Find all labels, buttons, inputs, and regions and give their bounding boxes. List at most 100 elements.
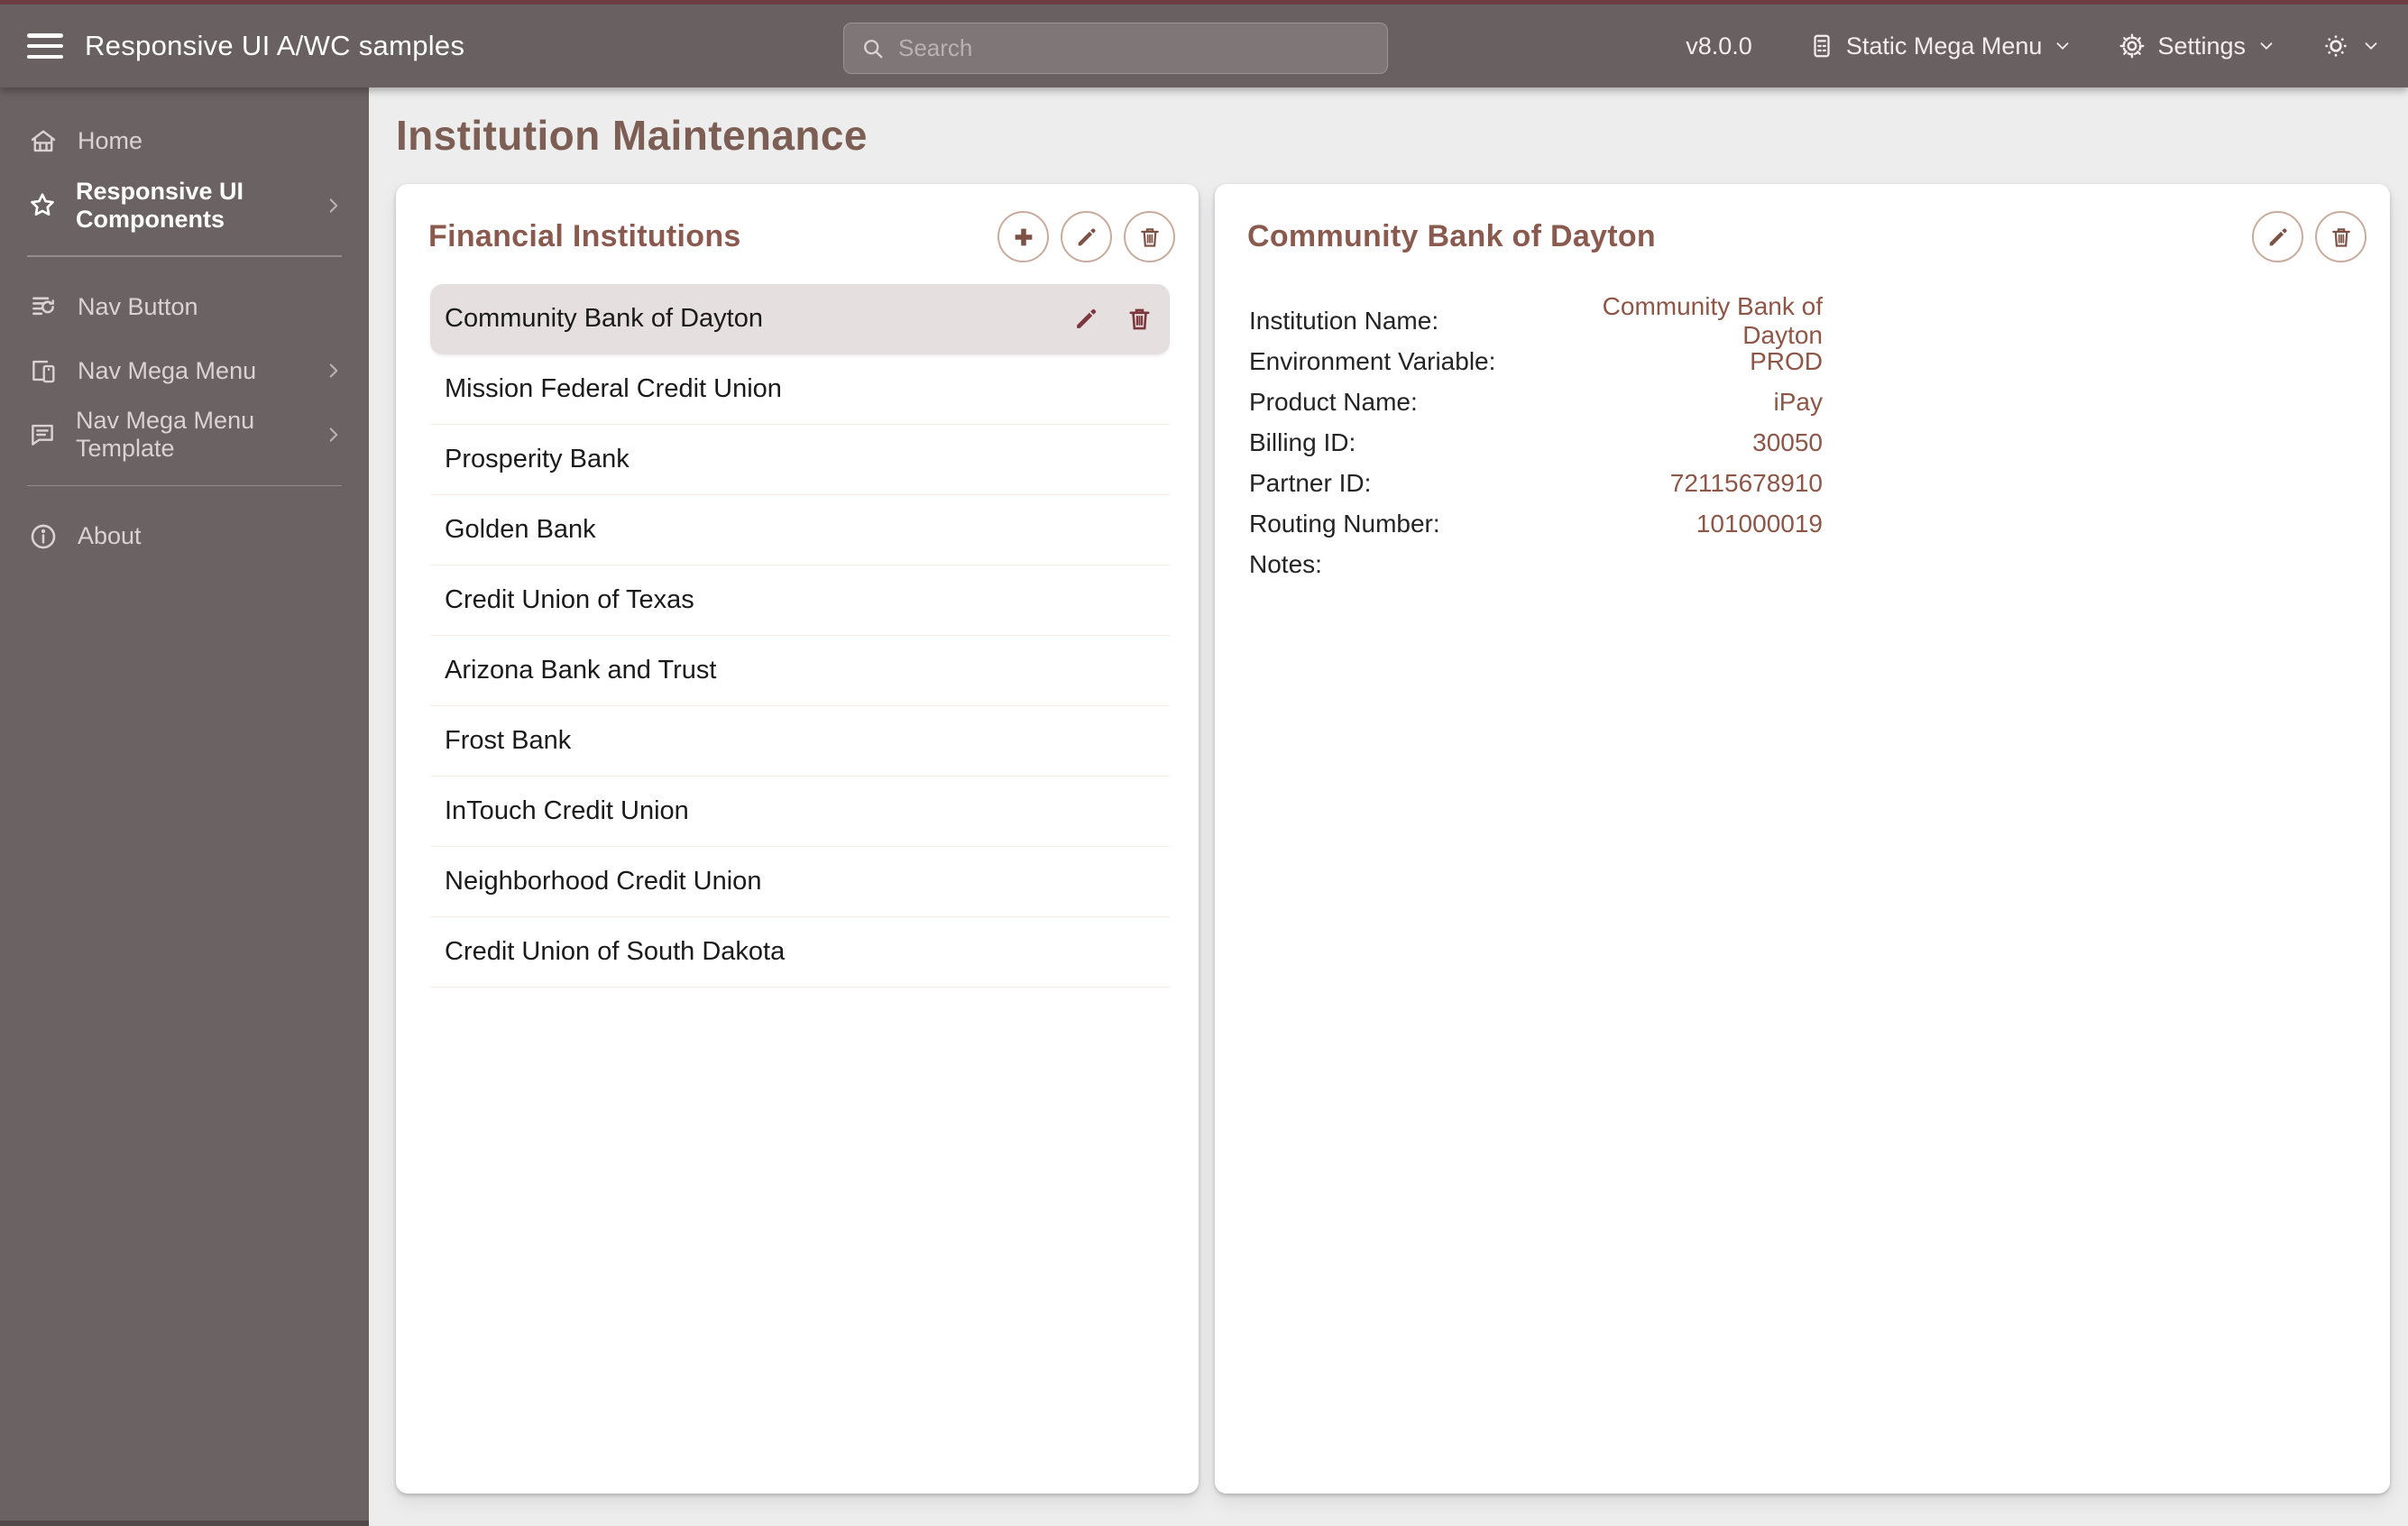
search-icon: [864, 39, 883, 58]
edit-institution-button[interactable]: [1061, 211, 1112, 262]
mega-menu-dropdown[interactable]: Static Mega Menu: [1808, 32, 2073, 60]
sidebar-item-label: Home: [78, 127, 143, 154]
info-icon: [27, 520, 60, 553]
chevron-right-icon: [322, 359, 345, 382]
institution-row[interactable]: Golden Bank: [430, 495, 1170, 565]
sidebar-item-nav-mega-menu-template[interactable]: Nav Mega Menu Template: [0, 403, 369, 467]
field-label: Partner ID:: [1249, 468, 1372, 497]
field-label: Product Name:: [1249, 387, 1418, 416]
delete-institution-button[interactable]: [1124, 211, 1175, 262]
institution-row[interactable]: Arizona Bank and Trust: [430, 636, 1170, 706]
chevron-down-icon: [2260, 42, 2273, 51]
nav-button-icon: [27, 290, 60, 323]
theme-dropdown[interactable]: [2321, 32, 2381, 60]
edit-row-icon[interactable]: [1072, 305, 1100, 333]
sidebar-divider: [27, 255, 342, 257]
field-row: Environment Variable: PROD: [1249, 341, 1823, 382]
trash-icon: [2331, 227, 2350, 247]
trash-icon: [1140, 227, 1159, 247]
home-icon: [27, 125, 60, 158]
institution-row-selected[interactable]: Community Bank of Dayton: [430, 284, 1170, 354]
sidebar-item-label: Nav Mega Menu: [78, 356, 257, 384]
sidebar-item-about[interactable]: About: [0, 504, 369, 568]
institution-name: Prosperity Bank: [445, 445, 630, 473]
list-card-title: Financial Institutions: [428, 219, 741, 253]
field-label: Institution Name:: [1249, 306, 1439, 335]
institution-row[interactable]: InTouch Credit Union: [430, 777, 1170, 847]
institution-row[interactable]: Frost Bank: [430, 706, 1170, 777]
sidebar-item-nav-mega-menu[interactable]: Nav Mega Menu: [0, 339, 369, 403]
plus-icon: [1015, 228, 1032, 245]
mega-menu-label: Static Mega Menu: [1845, 32, 2043, 60]
institution-name: InTouch Credit Union: [445, 796, 689, 825]
sidebar-item-nav-button[interactable]: Nav Button: [0, 275, 369, 339]
edit-detail-button[interactable]: [2252, 211, 2303, 262]
delete-detail-button[interactable]: [2315, 211, 2367, 262]
main-content: Institution Maintenance Financial Instit…: [369, 87, 2408, 1526]
chevron-right-icon: [322, 194, 345, 217]
field-value: Community Bank of Dayton: [1602, 291, 1823, 349]
chevron-down-icon: [2057, 42, 2069, 51]
field-label: Billing ID:: [1249, 427, 1356, 456]
settings-dropdown[interactable]: Settings: [2118, 32, 2276, 60]
add-institution-button[interactable]: [997, 211, 1049, 262]
field-row: Product Name: iPay: [1249, 382, 1823, 422]
sidebar-nav: Home Responsive UI Components Nav Button: [0, 87, 369, 1526]
settings-label: Settings: [2157, 32, 2246, 60]
financial-institutions-card: Financial Institutions Community Bank of…: [396, 184, 1199, 1494]
gear-icon: [2119, 33, 2145, 59]
institution-row[interactable]: Credit Union of Texas: [430, 565, 1170, 636]
pencil-icon: [1078, 227, 1096, 245]
hamburger-menu-icon[interactable]: [27, 33, 63, 59]
sidebar-item-label: Nav Mega Menu Template: [76, 407, 255, 462]
institution-name: Credit Union of South Dakota: [445, 937, 786, 966]
sidebar-item-label: Responsive UI Components: [76, 177, 244, 233]
app-title: Responsive UI A/WC samples: [85, 30, 465, 61]
institution-name: Credit Union of Texas: [445, 585, 694, 614]
field-label: Environment Variable:: [1249, 346, 1496, 375]
field-label: Notes:: [1249, 549, 1322, 578]
institution-row[interactable]: Prosperity Bank: [430, 425, 1170, 495]
field-value: 101000019: [1696, 509, 1823, 538]
institution-row[interactable]: Neighborhood Credit Union: [430, 847, 1170, 917]
institution-row[interactable]: Credit Union of South Dakota: [430, 917, 1170, 988]
field-value: 72115678910: [1669, 468, 1823, 497]
chevron-right-icon: [322, 423, 345, 446]
institution-name: Golden Bank: [445, 515, 596, 544]
institution-name: Community Bank of Dayton: [445, 304, 763, 333]
delete-row-icon[interactable]: [1126, 305, 1153, 333]
nav-mega-menu-template-icon: [27, 418, 58, 451]
search-box: [843, 23, 1388, 74]
field-label: Routing Number:: [1249, 509, 1440, 538]
institution-name: Arizona Bank and Trust: [445, 656, 717, 685]
star-icon: [27, 189, 58, 222]
version-label: v8.0.0: [1686, 32, 1752, 60]
sidebar-item-label: Nav Button: [78, 292, 198, 320]
field-value: 30050: [1752, 427, 1823, 456]
institution-row[interactable]: Mission Federal Credit Union: [430, 354, 1170, 425]
field-row: Notes:: [1249, 544, 1823, 584]
sidebar-item-label: About: [78, 522, 142, 549]
top-app-bar: Responsive UI A/WC samples v8.0.0 Static…: [0, 0, 2408, 87]
institution-name: Mission Federal Credit Union: [445, 374, 782, 403]
chevron-down-icon: [2365, 42, 2377, 51]
field-row: Billing ID: 30050: [1249, 422, 1823, 463]
institution-name: Frost Bank: [445, 726, 572, 755]
sidebar-item-responsive-ui-components[interactable]: Responsive UI Components: [0, 173, 369, 237]
detail-fields: Institution Name: Community Bank of Dayt…: [1249, 292, 1823, 584]
search-input[interactable]: [898, 34, 1371, 62]
mega-menu-icon: [1814, 34, 1830, 58]
field-value: iPay: [1773, 387, 1823, 416]
nav-mega-menu-icon: [27, 354, 60, 387]
field-row: Partner ID: 72115678910: [1249, 463, 1823, 503]
field-value: PROD: [1750, 346, 1823, 375]
sun-icon: [2325, 35, 2347, 57]
detail-card-title: Community Bank of Dayton: [1247, 219, 1657, 253]
institution-name: Neighborhood Credit Union: [445, 867, 762, 896]
institution-list: Community Bank of Dayton Mission Federal…: [430, 284, 1170, 988]
field-row: Routing Number: 101000019: [1249, 503, 1823, 544]
page-title: Institution Maintenance: [396, 112, 868, 159]
sidebar-divider: [27, 484, 342, 486]
sidebar-item-home[interactable]: Home: [0, 109, 369, 173]
field-row: Institution Name: Community Bank of Dayt…: [1249, 292, 1823, 349]
